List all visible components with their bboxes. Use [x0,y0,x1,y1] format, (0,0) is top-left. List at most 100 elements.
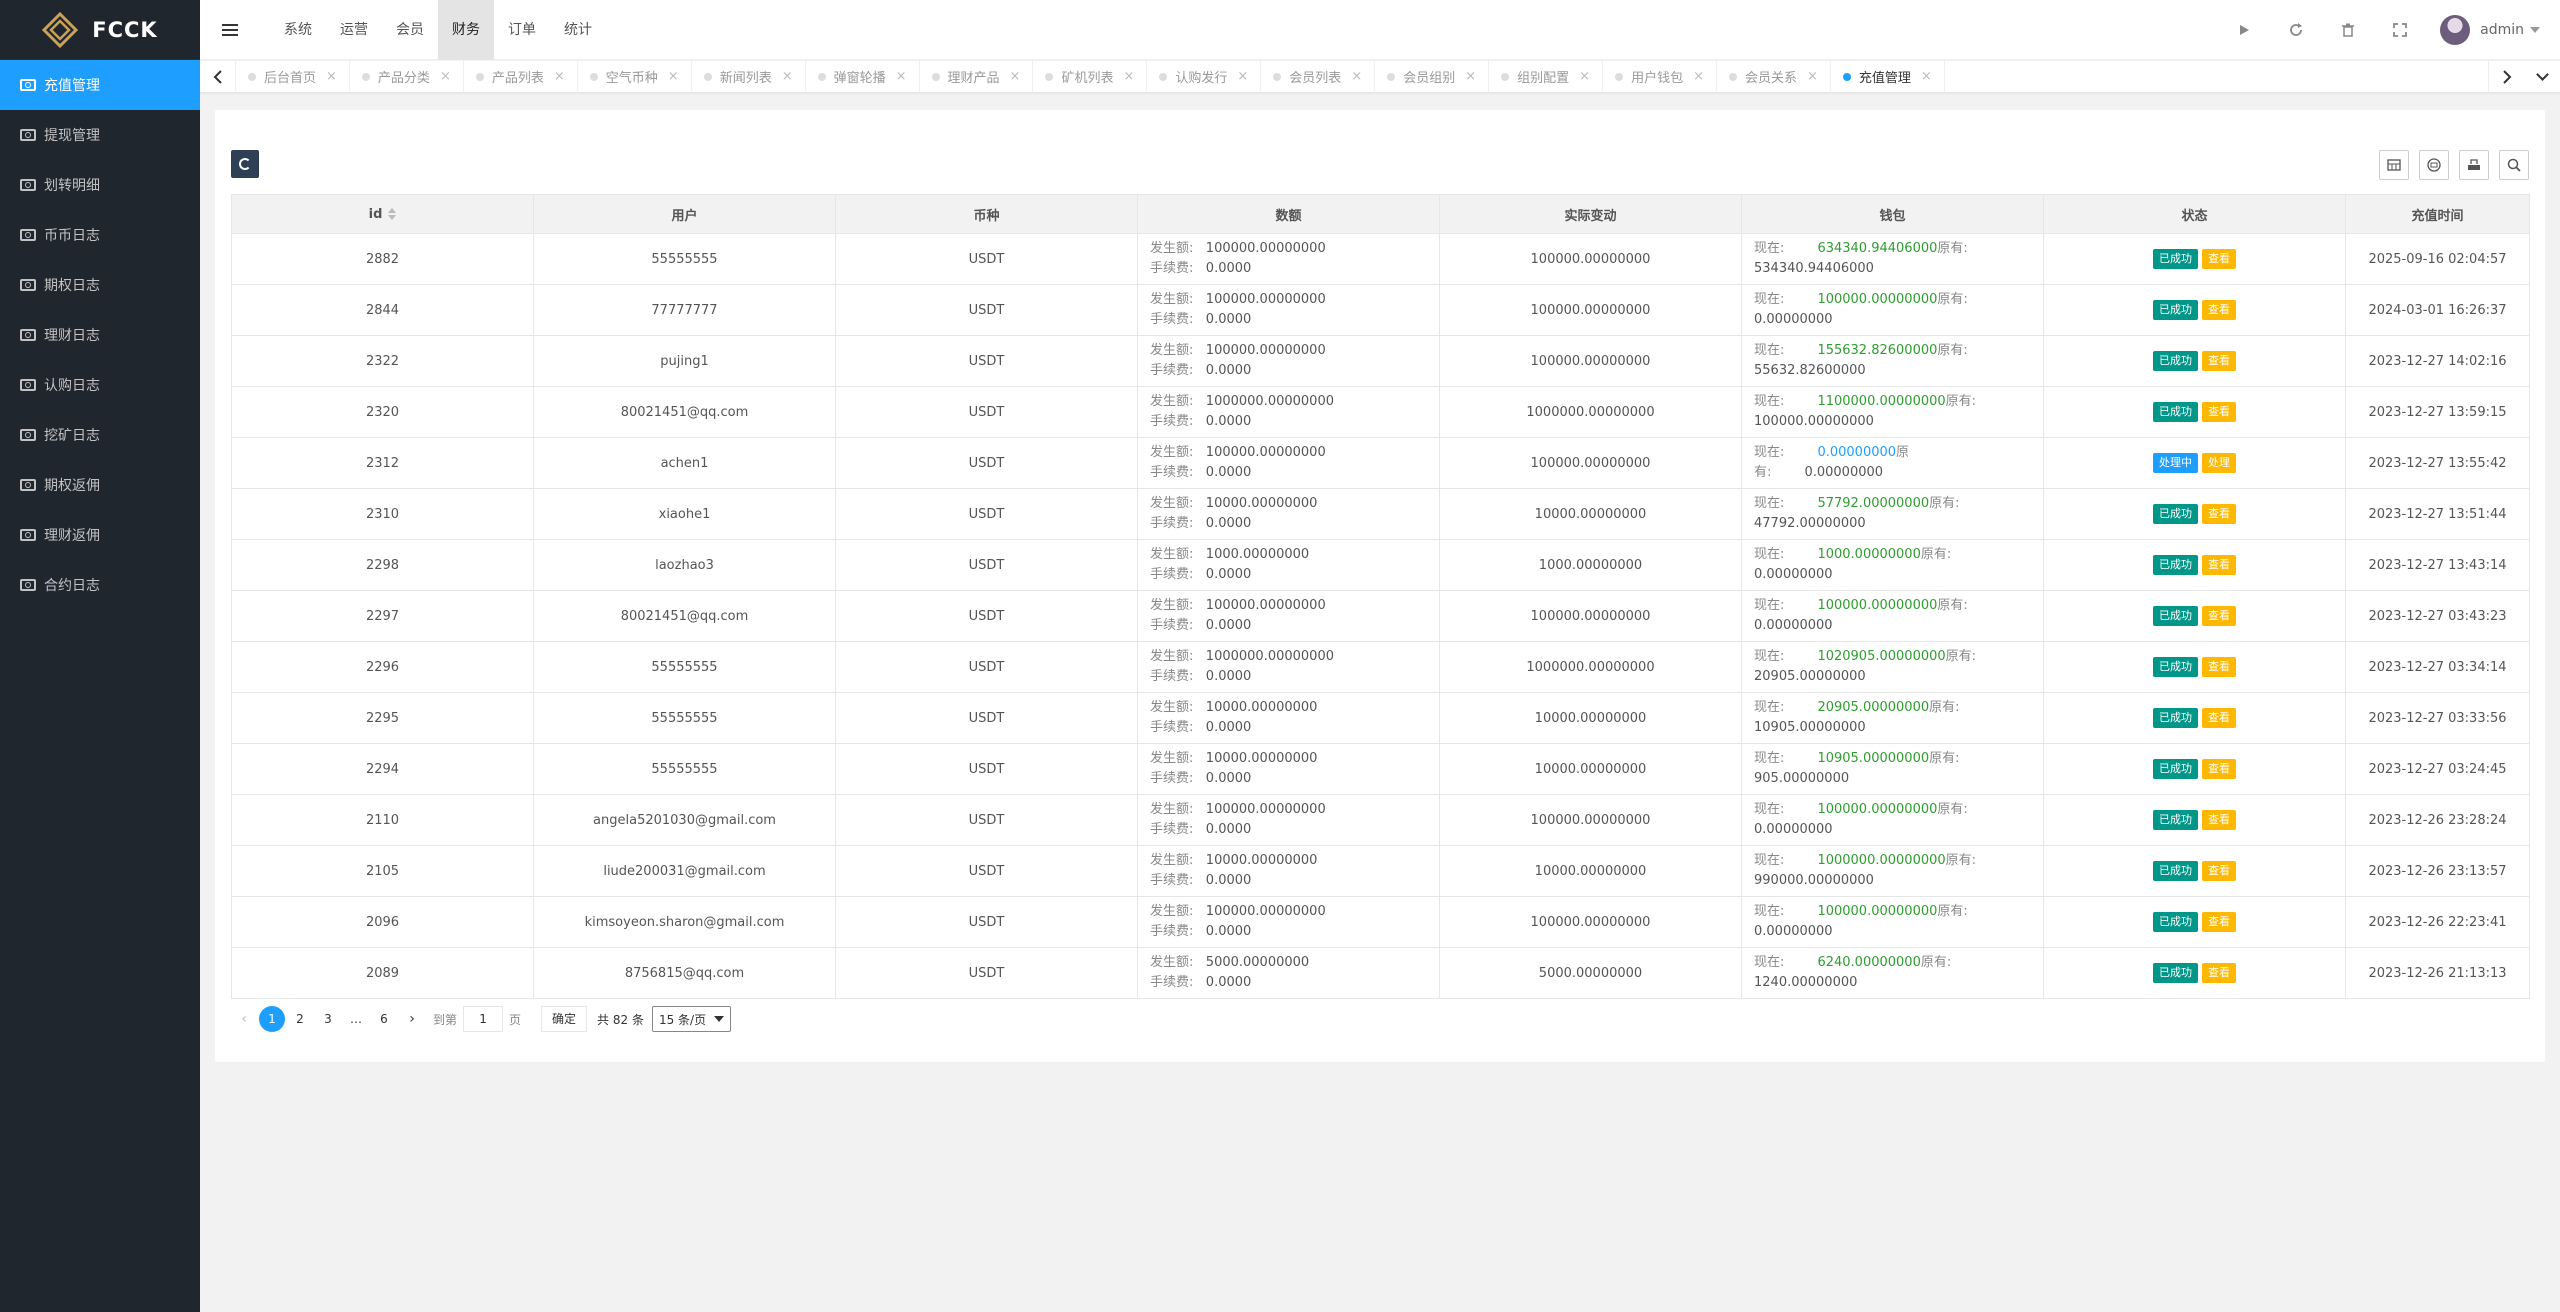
fullscreen-icon[interactable] [2374,0,2426,60]
close-icon[interactable]: × [554,69,565,84]
view-button[interactable]: 查看 [2202,708,2236,728]
sidebar-item[interactable]: 理财日志 [0,310,200,360]
page-tab[interactable]: 会员关系 × [1717,60,1831,93]
view-button[interactable]: 查看 [2202,861,2236,881]
chevron-right-icon[interactable] [2488,60,2524,93]
play-icon[interactable] [2218,0,2270,60]
close-icon[interactable]: × [668,69,679,84]
page-tab[interactable]: 认购发行 × [1147,60,1262,93]
sidebar-item[interactable]: 期权返佣 [0,460,200,510]
view-button[interactable]: 查看 [2202,351,2236,371]
top-nav-item[interactable]: 财务 [438,0,494,60]
view-button[interactable]: 查看 [2202,606,2236,626]
close-icon[interactable]: × [1010,69,1021,84]
sidebar-item[interactable]: 期权日志 [0,260,200,310]
sidebar-item[interactable]: 认购日志 [0,360,200,410]
cell-status: 已成功 查看 [2043,284,2346,336]
chevron-left-icon[interactable] [200,60,236,93]
close-icon[interactable]: × [1123,69,1134,84]
goto-page-input[interactable]: 1 [463,1006,504,1032]
search-icon[interactable] [2499,150,2529,180]
amount-lines: 发生额: 100000.00000000 手续费: 0.0000 [1150,800,1427,840]
sidebar-item[interactable]: 挖矿日志 [0,410,200,460]
page-number[interactable]: 6 [371,1006,397,1032]
sidebar-item[interactable]: 币币日志 [0,210,200,260]
close-icon[interactable]: × [782,69,793,84]
page-tab[interactable]: 用户钱包 × [1603,60,1717,93]
tab-more-icon[interactable] [2524,61,2560,93]
top-nav-item[interactable]: 会员 [382,0,438,60]
view-button[interactable]: 查看 [2202,249,2236,269]
trash-icon[interactable] [2322,0,2374,60]
view-button[interactable]: 查看 [2202,657,2236,677]
page-tab[interactable]: 组别配置 × [1489,60,1604,93]
top-nav-item[interactable]: 运营 [326,0,382,60]
close-icon[interactable]: × [326,69,337,84]
view-button[interactable]: 查看 [2202,504,2236,524]
tab-dot-icon [931,72,940,81]
fee-value: 0.0000 [1205,312,1252,327]
per-page-select[interactable]: 15 条/页 [651,1006,732,1032]
page-tab[interactable]: 会员组别 × [1375,60,1490,93]
refresh-icon[interactable] [2270,0,2322,60]
page-number[interactable]: 2 [287,1006,313,1032]
page-tab[interactable]: 后台首页 × [236,60,350,93]
view-button[interactable]: 查看 [2202,300,2236,320]
cell-change: 10000.00000000 [1439,488,1742,540]
amount-lines: 发生额: 1000000.00000000 手续费: 0.0000 [1150,647,1427,687]
sidebar-item[interactable]: 充值管理 [0,60,200,110]
page-tab[interactable]: 充值管理 × [1831,60,1945,93]
close-icon[interactable]: × [1921,69,1932,84]
page-tab[interactable]: 会员列表 × [1261,60,1376,93]
top-nav-item[interactable]: 系统 [270,0,326,60]
page-tab[interactable]: 理财产品 × [920,60,1034,93]
close-icon[interactable]: × [440,69,451,84]
amount-fee: 手续费: 0.0000 [1150,565,1427,585]
view-button[interactable]: 查看 [2202,963,2236,983]
next-page-icon[interactable]: › [399,1006,425,1032]
sidebar-item[interactable]: 划转明细 [0,160,200,210]
top-nav-item[interactable]: 订单 [494,0,550,60]
sort-icon[interactable] [388,208,397,220]
amount-occur: 发生额: 10000.00000000 [1150,851,1427,871]
page-number[interactable]: 3 [315,1006,341,1032]
process-button[interactable]: 处理 [2202,453,2236,473]
page-tab[interactable]: 矿机列表 × [1033,60,1148,93]
top-nav-item[interactable]: 统计 [550,0,606,60]
page-tab[interactable]: 产品列表 × [464,60,578,93]
occur-label: 发生额: [1150,955,1194,970]
table-refresh-button[interactable] [231,150,259,178]
columns-icon[interactable] [2379,150,2409,180]
goto-confirm-button[interactable]: 确定 [541,1006,588,1032]
page-tab[interactable]: 新闻列表 × [692,60,806,93]
chevron-down-icon[interactable] [2530,26,2540,33]
view-button[interactable]: 查看 [2202,402,2236,422]
view-button[interactable]: 查看 [2202,912,2236,932]
avatar[interactable] [2440,14,2471,45]
menu-toggle-icon[interactable] [200,0,260,60]
fee-label: 手续费: [1150,822,1194,837]
view-button[interactable]: 查看 [2202,555,2236,575]
view-button[interactable]: 查看 [2202,810,2236,830]
export-icon[interactable] [2459,150,2489,180]
close-icon[interactable]: × [1465,69,1476,84]
prev-page-icon[interactable]: ‹ [231,1006,257,1032]
page-number[interactable]: 1 [259,1006,285,1032]
close-icon[interactable]: × [1693,69,1704,84]
user-name[interactable]: admin [2480,22,2524,38]
col-header-id[interactable]: id [231,194,534,234]
sidebar-item[interactable]: 理财返佣 [0,510,200,560]
wallet-lines: 现在: 100000.00000000原有: 0.00000000 [1754,290,2031,330]
close-icon[interactable]: × [1807,69,1818,84]
sidebar-item[interactable]: 合约日志 [0,560,200,610]
close-icon[interactable]: × [896,69,907,84]
view-button[interactable]: 查看 [2202,759,2236,779]
print-icon[interactable] [2419,150,2449,180]
close-icon[interactable]: × [1579,69,1590,84]
page-tab[interactable]: 弹窗轮播 × [806,60,920,93]
sidebar-item[interactable]: 提现管理 [0,110,200,160]
page-tab[interactable]: 空气币种 × [578,60,692,93]
close-icon[interactable]: × [1237,69,1248,84]
close-icon[interactable]: × [1351,69,1362,84]
page-tab[interactable]: 产品分类 × [350,60,464,93]
